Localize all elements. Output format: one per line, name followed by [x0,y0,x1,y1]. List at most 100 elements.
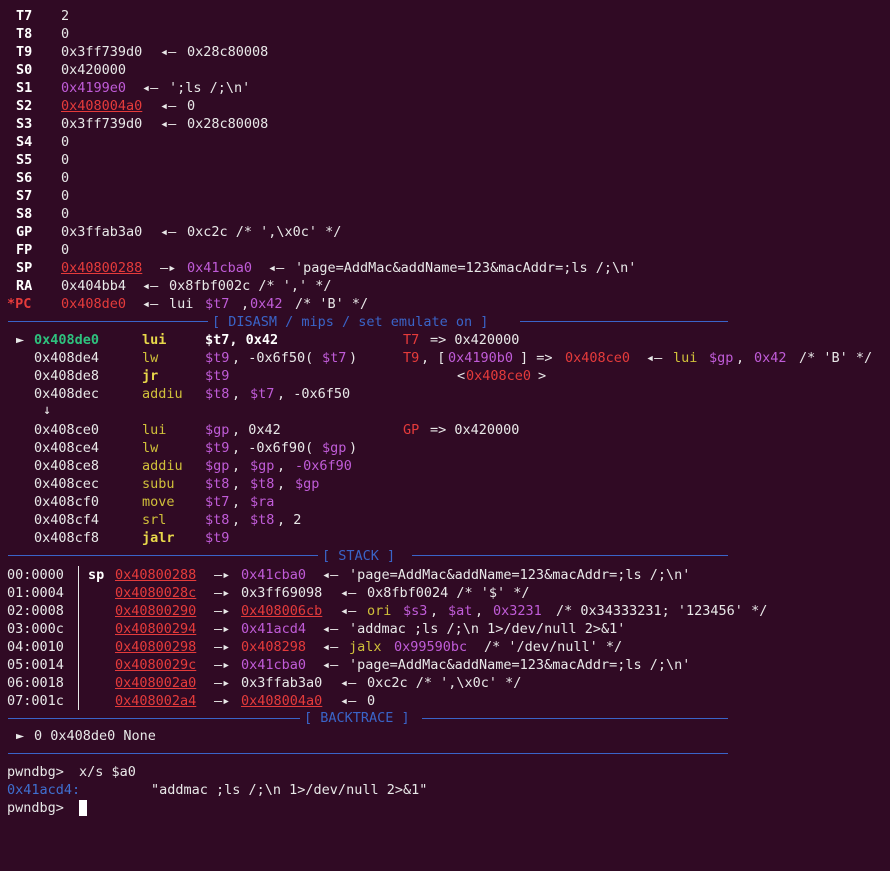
register-value: 0 [61,152,70,168]
pointer-arrow-icon: ◂— [322,621,339,637]
current-instruction-icon: ► [16,332,25,348]
register-row: S2 0x408004a0 ◂— 0 [0,97,195,115]
instruction-operand: $gp [295,476,320,492]
register-value: 0 [61,170,70,186]
register-value: 0x3ff739d0 [61,44,143,60]
stack-row[interactable]: 02:0008 0x40800290 —▸ 0x408006cb ◂— ori … [0,602,767,620]
stack-row[interactable]: 07:001c 0x408002a4 —▸ 0x408004a0 ◂— 0 [0,692,375,710]
pointer-arrow-icon: —▸ [160,260,177,276]
disasm-row[interactable]: 0x408de8 jr $t9 < 0x408ce0 > [0,367,546,385]
instruction-mnemonic: lui [142,332,167,348]
branch-arrow-down-icon: ↓ [43,402,52,418]
stack-row[interactable]: 04:0010 0x40800298 —▸ 0x408298 ◂— jalx 0… [0,638,622,656]
backtrace-header: [ BACKTRACE ] [304,710,410,726]
register-name: S8 [16,206,33,222]
text-cursor[interactable] [79,800,87,816]
console-command[interactable]: x/s $a0 [79,763,136,781]
stack-row[interactable]: 00:0000 sp 0x40800288 —▸ 0x41cba0 ◂— 'pa… [0,566,690,584]
pointer-arrow-icon: —▸ [214,621,231,637]
pointer-arrow-icon: ◂— [322,657,339,673]
instruction-mnemonic: subu [142,476,175,492]
stack-address[interactable]: 0x408002a0 [115,674,196,692]
stack-value: 0x41cba0 [241,657,307,673]
disasm-row[interactable]: 0x408ce8 addiu $gp , $gp , -0x6f90 [0,457,352,475]
separator-line [412,555,728,556]
pointer-arrow-icon: —▸ [214,585,231,601]
instruction-operand: $ra [250,494,275,510]
register-name: S6 [16,170,33,186]
emulation-note: lui [673,350,698,366]
disasm-row[interactable]: 0x408dec addiu $t8 , $t7 , -0x6f50 [0,385,350,403]
instruction-operand: 0x42 [250,296,283,312]
instruction-operand: $t7 [205,296,230,312]
instruction-operand: $t9 [205,350,230,366]
pointer-arrow-icon: —▸ [214,657,231,673]
separator-line [8,753,728,754]
register-deref: ';ls /;\n' [169,80,251,96]
register-row: T8 0 [0,25,69,43]
stack-deref: $s3 [403,603,428,619]
instruction-operand: ) [349,350,358,366]
instruction-mnemonic: jalr [142,530,175,546]
register-name: S7 [16,188,33,204]
disasm-row[interactable]: 0x408ce4 lw $t9 , -0x6f90( $gp ) [0,439,357,457]
terminal-window[interactable]: T7 2 T8 0 T9 0x3ff739d0 ◂— 0x28c80008 S0… [0,0,890,819]
instruction-mnemonic: jr [142,368,159,384]
register-row: S1 0x4199e0 ◂— ';ls /;\n' [0,79,250,97]
instruction-address: 0x408cf0 [34,494,100,510]
stack-row[interactable]: 03:000c 0x40800294 —▸ 0x41acd4 ◂— 'addma… [0,620,625,638]
stack-address[interactable]: 0x408002a4 [115,692,196,710]
stack-offset: 07:001c [7,693,64,709]
disasm-row[interactable]: 0x408cf4 srl $t8 , $t8 , 2 [0,511,301,529]
stack-row[interactable]: 06:0018 0x408002a0 —▸ 0x3ffab3a0 ◂— 0xc2… [0,674,521,692]
register-deref: 0xc2c /* ',\x0c' */ [187,224,342,240]
stack-address[interactable]: 0x40800290 [115,602,196,620]
register-row: FP 0 [0,241,69,259]
console-command-line[interactable]: pwndbg> x/s $a0 [0,763,136,781]
register-value: 0x408de0 [61,296,127,312]
instruction-operand: $t8 [205,512,230,528]
disasm-row[interactable]: 0x408ce0 lui $gp , 0x42 GP => 0x420000 [0,421,519,439]
instruction-mnemonic: lw [142,350,159,366]
disasm-row[interactable]: 0x408cf8 jalr $t9 [0,529,229,547]
instruction-address: 0x408cf4 [34,512,100,528]
console-input-line[interactable]: pwndbg> [0,799,87,817]
register-deref: 0x41cba0 [187,260,253,276]
emulation-note: T7 [403,332,420,348]
stack-row[interactable]: 05:0014 0x4080029c —▸ 0x41cba0 ◂— 'page=… [0,656,690,674]
register-row: T7 2 [0,7,69,25]
pointer-arrow-icon: ◂— [646,350,663,366]
stack-value[interactable]: 0x408004a0 [241,692,322,710]
instruction-address: 0x408ce4 [34,440,100,456]
instruction-operand: , [232,494,241,510]
pointer-arrow-icon: ◂— [160,98,177,114]
disasm-row[interactable]: 0x408de4 lw $t9 , -0x6f50( $t7 ) T9 , [ … [0,349,872,367]
stack-address[interactable]: 0x40800298 [115,638,196,656]
register-deref: 0x28c80008 [187,116,269,132]
emulation-note: 0x42 [754,350,787,366]
stack-address[interactable]: 0x4080028c [115,584,196,602]
stack-address[interactable]: 0x40800288 [115,566,196,584]
register-value: 0 [61,134,70,150]
disasm-row[interactable]: 0x408cf0 move $t7 , $ra [0,493,274,511]
disasm-row-current[interactable]: ► 0x408de0 lui $t7, 0x42 T7 => 0x420000 [0,331,519,349]
stack-address[interactable]: 0x40800294 [115,620,196,638]
stack-row[interactable]: 01:0004 0x4080028c —▸ 0x3ff69098 ◂— 0x8f… [0,584,530,602]
disasm-row[interactable]: 0x408cec subu $t8 , $t8 , $gp [0,475,319,493]
pointer-arrow-icon: ◂— [322,567,339,583]
register-row: S5 0 [0,151,69,169]
stack-value[interactable]: 0x408006cb [241,602,322,620]
separator-line [8,718,300,719]
instruction-mnemonic: move [142,494,175,510]
pointer-arrow-icon: ◂— [340,693,357,709]
instruction-comment: /* 'B' */ [295,296,369,312]
backtrace-row[interactable]: ► 0 0x408de0 None [0,727,156,745]
pointer-arrow-icon: ◂— [340,675,357,691]
instruction-operand: , 2 [277,512,302,528]
instruction-operand: , 0x42 [232,422,281,438]
stack-address[interactable]: 0x4080029c [115,656,196,674]
pointer-arrow-icon: ◂— [340,585,357,601]
instruction-address: 0x408ce8 [34,458,100,474]
register-row: SP 0x40800288 —▸ 0x41cba0 ◂— 'page=AddMa… [0,259,636,277]
stack-deref: ori [367,603,392,619]
